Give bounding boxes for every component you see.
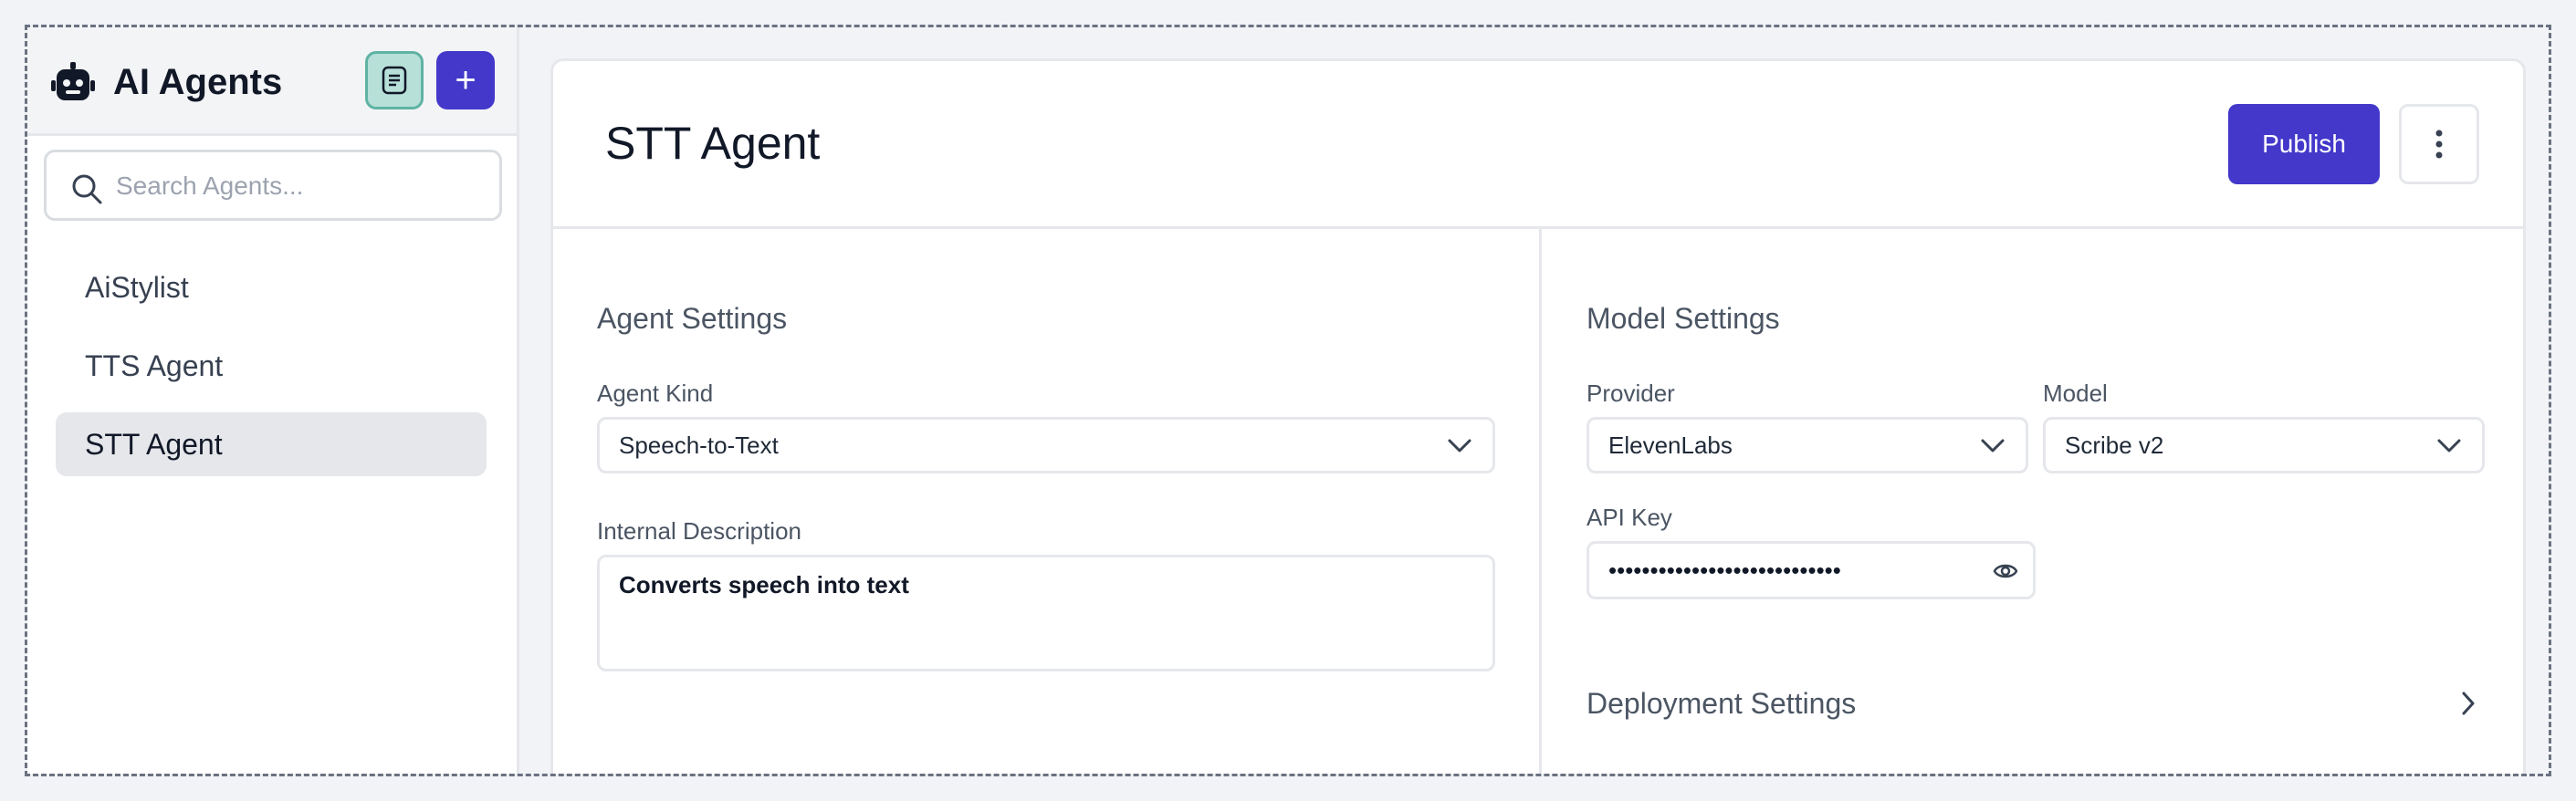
docs-button[interactable] (365, 51, 424, 109)
eye-icon[interactable] (1993, 561, 2018, 581)
card-header: STT Agent Publish (553, 61, 2523, 229)
provider-select[interactable]: ElevenLabs (1586, 417, 2028, 473)
model-label: Model (2043, 380, 2108, 407)
provider-label: Provider (1586, 380, 1675, 407)
sidebar-header: AI Agents + (27, 27, 517, 136)
sidebar: AI Agents + AiStylist TTS Age (27, 27, 519, 774)
publish-button[interactable]: Publish (2228, 104, 2380, 184)
sidebar-title: AI Agents (113, 62, 283, 102)
search-box[interactable] (44, 150, 502, 221)
agent-item-stt-agent[interactable]: STT Agent (56, 412, 487, 476)
provider-value: ElevenLabs (1608, 432, 1733, 459)
search-icon (72, 174, 102, 204)
chevron-down-icon (2437, 439, 2461, 453)
agent-settings-title: Agent Settings (597, 302, 788, 335)
add-agent-button[interactable]: + (436, 51, 495, 109)
description-value: Converts speech into text (619, 571, 909, 598)
description-textarea[interactable]: Converts speech into text (597, 555, 1495, 671)
column-divider (1539, 229, 1542, 774)
robot-icon (51, 62, 95, 100)
search-input[interactable] (116, 163, 481, 209)
model-value: Scribe v2 (2065, 432, 2164, 459)
app-frame: AI Agents + AiStylist TTS Age (25, 25, 2551, 776)
agent-detail-card: STT Agent Publish Agent Settings Agent K… (550, 58, 2526, 774)
model-settings-title: Model Settings (1586, 302, 1780, 335)
deployment-settings-title[interactable]: Deployment Settings (1586, 685, 1856, 722)
chevron-right-icon[interactable] (2458, 690, 2478, 717)
agent-kind-select[interactable]: Speech-to-Text (597, 417, 1495, 473)
document-icon (382, 66, 407, 95)
more-vertical-icon (2435, 130, 2443, 159)
agent-item-tts-agent[interactable]: TTS Agent (56, 334, 487, 398)
model-select[interactable]: Scribe v2 (2043, 417, 2485, 473)
plus-icon: + (455, 60, 476, 100)
description-label: Internal Description (597, 517, 801, 545)
more-options-button[interactable] (2399, 104, 2479, 184)
api-key-value: •••••••••••••••••••••••••••• (1608, 557, 1841, 584)
chevron-down-icon (1448, 439, 1471, 453)
api-key-input[interactable]: •••••••••••••••••••••••••••• (1586, 541, 2036, 599)
page-title: STT Agent (605, 118, 821, 169)
chevron-down-icon (1981, 439, 2005, 453)
agent-item-aistylist[interactable]: AiStylist (56, 255, 487, 319)
agent-list: AiStylist TTS Agent STT Agent (56, 255, 487, 491)
api-key-label: API Key (1586, 504, 1672, 531)
agent-kind-label: Agent Kind (597, 380, 714, 407)
agent-kind-value: Speech-to-Text (619, 432, 779, 459)
